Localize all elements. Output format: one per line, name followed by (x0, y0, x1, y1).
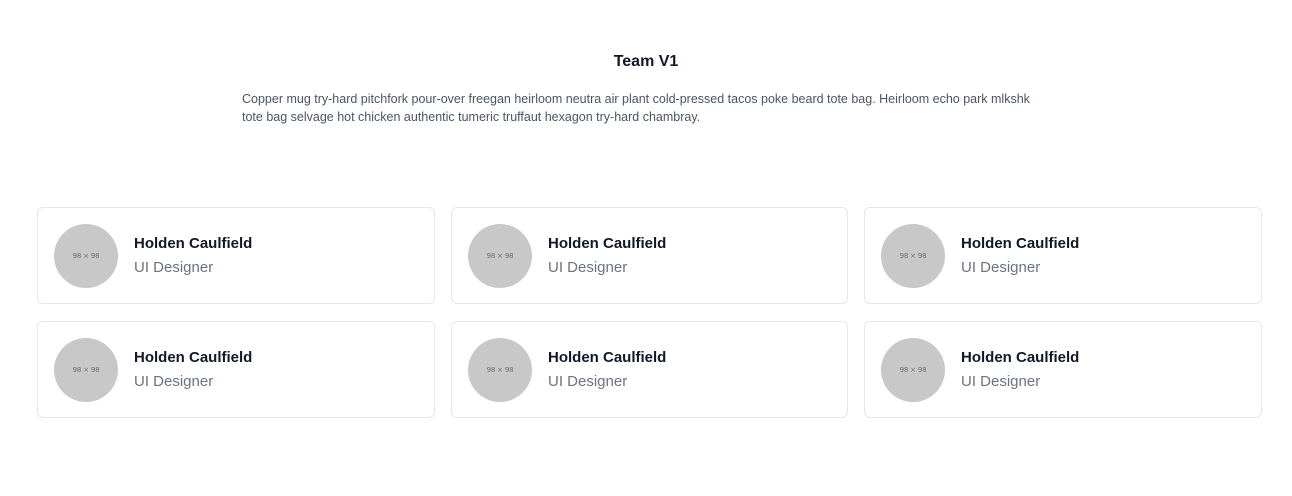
member-info: Holden Caulfield UI Designer (548, 347, 666, 393)
team-member-card: 98 × 98 Holden Caulfield UI Designer (451, 321, 848, 418)
team-member-card: 98 × 98 Holden Caulfield UI Designer (451, 207, 848, 304)
member-name: Holden Caulfield (134, 234, 253, 252)
member-name: Holden Caulfield (548, 234, 667, 252)
avatar: 98 × 98 (468, 337, 532, 402)
member-role: UI Designer (548, 372, 628, 390)
member-role: UI Designer (134, 372, 214, 390)
avatar: 98 × 98 (54, 337, 118, 402)
member-info: Holden Caulfield UI Designer (961, 347, 1079, 393)
avatar-placeholder-label: 98 × 98 (899, 251, 927, 260)
team-grid: 98 × 98 Holden Caulfield UI Designer 98 … (37, 207, 1262, 418)
avatar: 98 × 98 (54, 223, 118, 288)
avatar-placeholder-label: 98 × 98 (486, 251, 514, 260)
avatar: 98 × 98 (881, 223, 945, 288)
section-header: Team V1 (0, 52, 1292, 72)
member-role: UI Designer (961, 372, 1041, 390)
member-name: Holden Caulfield (134, 348, 253, 366)
member-info: Holden Caulfield UI Designer (134, 347, 252, 393)
member-role: UI Designer (548, 258, 628, 276)
member-role: UI Designer (134, 258, 214, 276)
member-info: Holden Caulfield UI Designer (134, 233, 252, 279)
member-role: UI Designer (961, 258, 1041, 276)
member-name: Holden Caulfield (548, 348, 667, 366)
team-section: Team V1 Copper mug try-hard pitchfork po… (0, 0, 1292, 496)
avatar: 98 × 98 (468, 223, 532, 288)
member-info: Holden Caulfield UI Designer (548, 233, 666, 279)
team-member-card: 98 × 98 Holden Caulfield UI Designer (864, 321, 1262, 418)
team-member-card: 98 × 98 Holden Caulfield UI Designer (37, 321, 435, 418)
avatar-placeholder-label: 98 × 98 (899, 365, 927, 374)
avatar-placeholder-label: 98 × 98 (486, 365, 514, 374)
avatar-placeholder-label: 98 × 98 (72, 365, 100, 374)
member-info: Holden Caulfield UI Designer (961, 233, 1079, 279)
team-member-card: 98 × 98 Holden Caulfield UI Designer (864, 207, 1262, 304)
section-title: Team V1 (613, 53, 679, 70)
team-member-card: 98 × 98 Holden Caulfield UI Designer (37, 207, 435, 304)
section-description: Copper mug try-hard pitchfork pour-over … (242, 92, 1030, 124)
member-name: Holden Caulfield (961, 348, 1080, 366)
avatar: 98 × 98 (881, 337, 945, 402)
member-name: Holden Caulfield (961, 234, 1080, 252)
avatar-placeholder-label: 98 × 98 (72, 251, 100, 260)
